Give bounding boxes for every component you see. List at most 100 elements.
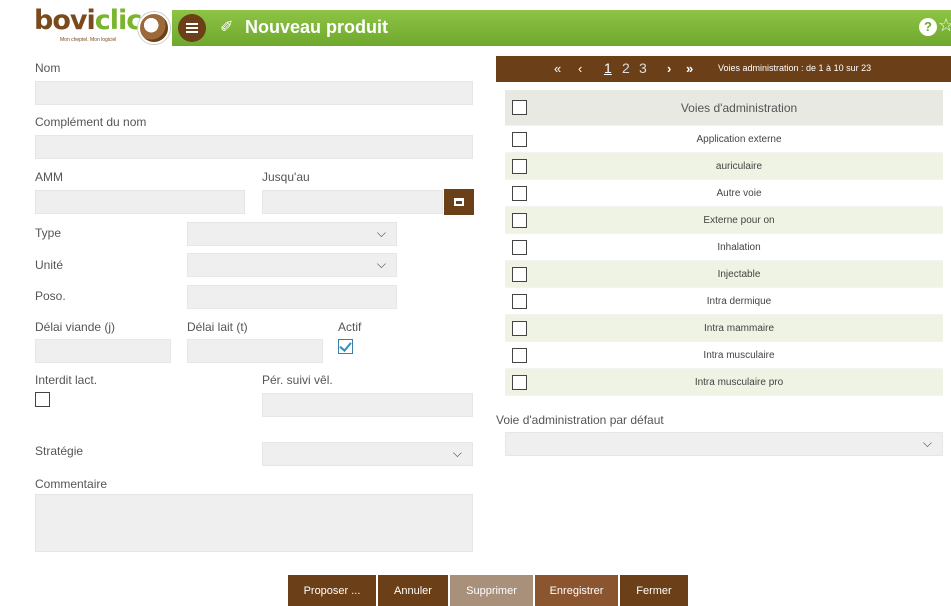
row-label: Inhalation: [717, 241, 761, 253]
row-checkbox-cell: [505, 342, 535, 368]
row-checkbox[interactable]: [512, 132, 527, 147]
row-checkbox-cell: [505, 153, 535, 179]
page-2-link[interactable]: 2: [622, 60, 630, 76]
menu-button[interactable]: [178, 14, 206, 42]
row-label: Application externe: [696, 133, 782, 145]
chevron-down-icon: ⌵: [452, 446, 462, 460]
row-checkbox[interactable]: [512, 267, 527, 282]
pager-info: Voies administration : de 1 à 10 sur 23: [718, 63, 872, 73]
app-logo[interactable]: boviclic Mon cheptel. Mon logiciel: [34, 5, 143, 44]
calendar-button[interactable]: [444, 189, 474, 215]
nom-label: Nom: [35, 61, 61, 75]
row-checkbox[interactable]: [512, 213, 527, 228]
table-row[interactable]: Inhalation: [505, 234, 943, 261]
prev-page-button[interactable]: ‹: [578, 61, 582, 76]
voie-defaut-select[interactable]: ⌵: [505, 432, 943, 456]
commentaire-label: Commentaire: [35, 477, 108, 491]
logo-tagline: Mon cheptel. Mon logiciel: [60, 37, 117, 43]
row-checkbox[interactable]: [512, 186, 527, 201]
row-checkbox[interactable]: [512, 375, 527, 390]
row-label: Externe pour on: [703, 214, 775, 226]
help-icon[interactable]: ?: [919, 18, 937, 36]
star-icon[interactable]: ☆: [938, 14, 951, 36]
cow-logo-icon: [138, 12, 170, 44]
last-page-button[interactable]: »: [686, 61, 693, 76]
row-checkbox-cell: [505, 207, 535, 233]
voie-defaut-label: Voie d'administration par défaut: [496, 413, 664, 427]
table-row[interactable]: auriculaire: [505, 153, 943, 180]
table-row[interactable]: Injectable: [505, 261, 943, 288]
page-title: Nouveau produit: [245, 17, 388, 37]
per-suivi-label: Pér. suivi vêl.: [262, 373, 333, 387]
unite-select[interactable]: ⌵: [187, 253, 397, 277]
row-label: Intra mammaire: [703, 322, 774, 334]
jusquau-input[interactable]: [262, 190, 443, 214]
row-checkbox-cell: [505, 369, 535, 395]
table-row[interactable]: Autre voie: [505, 180, 943, 207]
amm-label: AMM: [35, 170, 63, 184]
table-row[interactable]: Intra musculaire pro: [505, 369, 943, 396]
actif-label: Actif: [338, 320, 362, 334]
row-checkbox[interactable]: [512, 321, 527, 336]
next-page-button[interactable]: ›: [667, 61, 671, 76]
table-row[interactable]: Application externe: [505, 126, 943, 153]
row-checkbox[interactable]: [512, 294, 527, 309]
table-row[interactable]: Intra mammaire: [505, 315, 943, 342]
nom-input[interactable]: [35, 81, 473, 105]
row-checkbox-cell: [505, 234, 535, 260]
chevron-down-icon: ⌵: [376, 226, 386, 240]
delai-lait-label: Délai lait (t): [187, 320, 248, 334]
fermer-button[interactable]: Fermer: [620, 575, 689, 606]
strategie-select[interactable]: ⌵: [262, 442, 473, 466]
row-label: Intra dermique: [706, 295, 772, 307]
jusquau-label: Jusqu'au: [262, 170, 310, 184]
row-checkbox-cell: [505, 288, 535, 314]
delai-viande-label: Délai viande (j): [35, 320, 116, 334]
row-label: Intra musculaire: [703, 349, 775, 361]
strategie-label: Stratégie: [35, 444, 84, 458]
row-label: auriculaire: [715, 160, 763, 172]
supprimer-button[interactable]: Supprimer: [450, 575, 534, 606]
select-all-checkbox[interactable]: [512, 100, 527, 115]
table-row[interactable]: Externe pour on: [505, 207, 943, 234]
complement-input[interactable]: [35, 135, 473, 159]
select-all-cell: [505, 90, 535, 125]
row-checkbox[interactable]: [512, 240, 527, 255]
row-label: Intra musculaire pro: [694, 376, 784, 388]
actif-checkbox[interactable]: [338, 339, 353, 354]
row-checkbox-cell: [505, 315, 535, 341]
annuler-button[interactable]: Annuler: [378, 575, 449, 606]
row-checkbox-cell: [505, 180, 535, 206]
per-suivi-input[interactable]: [262, 393, 473, 417]
poso-label: Poso.: [35, 289, 66, 303]
type-select[interactable]: ⌵: [187, 222, 397, 246]
row-checkbox[interactable]: [512, 348, 527, 363]
complement-label: Complément du nom: [35, 115, 147, 129]
commentaire-textarea[interactable]: [35, 494, 473, 552]
enregistrer-button[interactable]: Enregistrer: [535, 575, 619, 606]
hamburger-icon: [186, 27, 198, 29]
amm-input[interactable]: [35, 190, 245, 214]
page-1-link[interactable]: 1: [604, 60, 612, 76]
first-page-button[interactable]: «: [554, 61, 561, 76]
logo-part1: bovi: [34, 5, 96, 36]
chevron-down-icon: ⌵: [922, 436, 932, 450]
table-row[interactable]: Intra dermique: [505, 288, 943, 315]
interdit-lact-label: Interdit lact.: [35, 373, 98, 387]
grid-header-row: Voies d'administration: [505, 90, 943, 126]
voies-grid: Voies d'administration Application exter…: [505, 90, 943, 396]
delai-viande-input[interactable]: [35, 339, 171, 363]
page-3-link[interactable]: 3: [639, 60, 647, 76]
logo-text: boviclic: [34, 5, 143, 36]
row-checkbox-cell: [505, 261, 535, 287]
proposer-button[interactable]: Proposer ...: [288, 575, 377, 606]
logo-part2: clic: [94, 5, 143, 36]
row-checkbox-cell: [505, 126, 535, 152]
row-checkbox[interactable]: [512, 159, 527, 174]
delai-lait-input[interactable]: [187, 339, 323, 363]
interdit-lact-checkbox[interactable]: [35, 392, 50, 407]
table-row[interactable]: Intra musculaire: [505, 342, 943, 369]
poso-input[interactable]: [187, 285, 397, 309]
unite-label: Unité: [35, 258, 64, 272]
grid-pager: « ‹ 1 2 3 › » Voies administration : de …: [496, 56, 951, 82]
